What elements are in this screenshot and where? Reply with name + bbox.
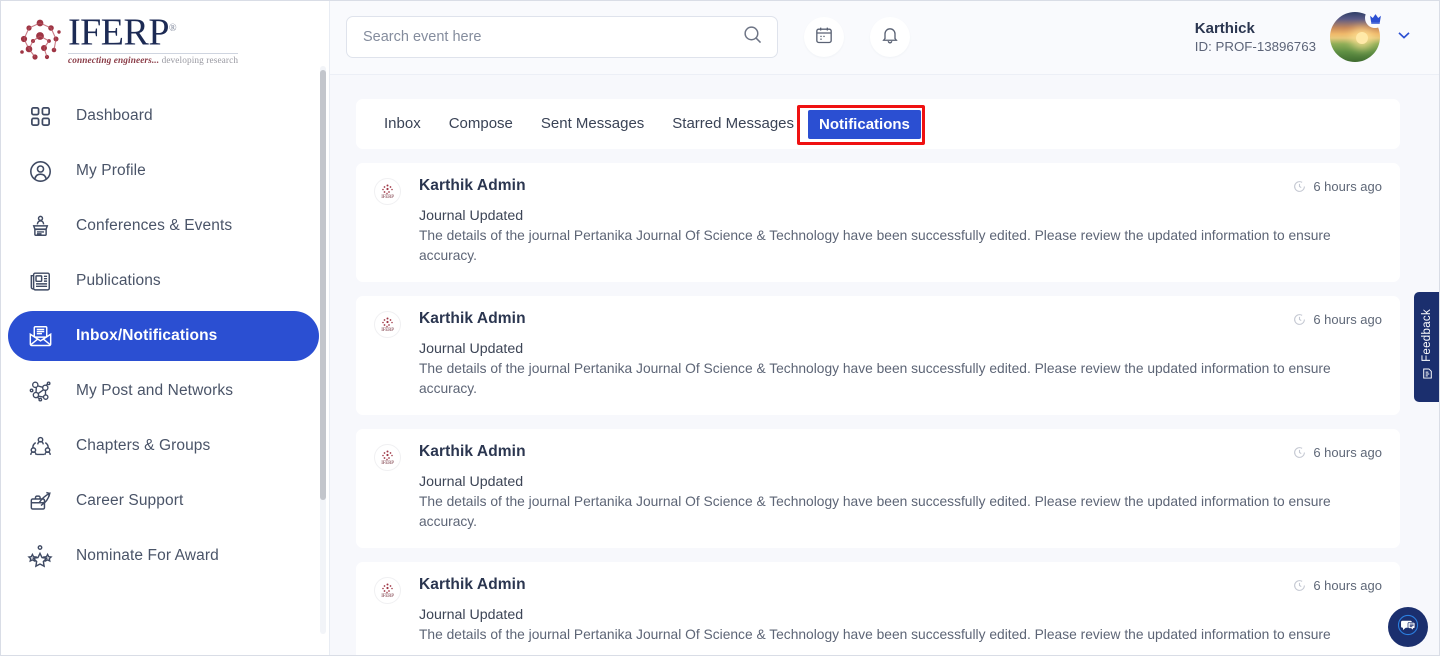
notification-card[interactable]: IFERP Karthik Admin Journal Updated The … [356,296,1400,415]
brand-name: IFERP® [68,11,177,54]
search-box[interactable] [346,16,778,58]
feedback-form-icon [1421,367,1434,385]
clock-icon [1293,579,1306,592]
notification-time-text: 6 hours ago [1313,445,1382,460]
feedback-label: Feedback [1421,308,1433,362]
notification-message: The details of the journal Pertanika Jou… [419,228,1331,263]
sidebar-item-label: Chapters & Groups [76,437,211,454]
calendar-button[interactable] [804,17,844,57]
sidebar-item-label: Career Support [76,492,184,509]
iferp-logo-icon: IFERP [374,311,401,338]
notification-title: Journal Updated [419,341,524,357]
user-id: ID: PROF-13896763 [1194,38,1316,54]
notification-message: The details of the journal Pertanika Jou… [419,627,1331,642]
iferp-logo-icon: IFERP [374,444,401,471]
sidebar-item-label: Publications [76,272,161,289]
calendar-icon [814,25,834,50]
clock-icon [1293,180,1306,193]
sidebar-item-label: Dashboard [76,107,153,124]
tagline-part-1: connecting engineers... [68,55,160,66]
sidebar-item-label: Nominate For Award [76,547,219,564]
bell-icon [880,25,900,50]
chat-support-button[interactable] [1388,607,1428,647]
avatar[interactable] [1330,8,1385,62]
tagline-part-2: developing research [161,55,239,66]
registered-mark: ® [168,23,177,35]
iferp-logo-icon: IFERP [374,178,401,205]
sidebar: IFERP® connecting engineers... developin… [0,0,330,656]
notification-time-text: 6 hours ago [1313,179,1382,194]
sidebar-item-label: My Profile [76,162,146,179]
notifications-bell-button[interactable] [870,17,910,57]
notification-card[interactable]: IFERP Karthik Admin Journal Updated The … [356,163,1400,282]
tab-compose[interactable]: Compose [435,99,527,149]
people-group-icon [20,434,60,459]
sidebar-scrollbar-thumb[interactable] [320,70,326,500]
notification-time-text: 6 hours ago [1313,312,1382,327]
tab-starred-messages[interactable]: Starred Messages [658,99,808,149]
clock-icon [1293,313,1306,326]
search-icon[interactable] [742,24,763,50]
app-root: IFERP® connecting engineers... developin… [0,0,1440,656]
notification-title: Journal Updated [419,607,524,623]
tab-notifications[interactable]: Notifications [808,109,921,139]
sidebar-item-nominate-for-award[interactable]: Nominate For Award [8,531,319,581]
chevron-down-icon[interactable] [1394,25,1414,50]
notification-message: The details of the journal Pertanika Jou… [419,494,1331,529]
notification-timestamp: 6 hours ago [1293,312,1382,327]
sidebar-item-my-profile[interactable]: My Profile [8,146,319,196]
notification-sender: Karthik Admin [419,177,526,194]
notification-time-text: 6 hours ago [1313,578,1382,593]
user-name: Karthick [1194,19,1255,37]
notification-sender: Karthik Admin [419,443,526,460]
award-stars-icon [20,543,60,569]
message-tabs: Inbox Compose Sent Messages Starred Mess… [356,99,1400,149]
sidebar-item-label: Inbox/Notifications [76,327,218,344]
notification-timestamp: 6 hours ago [1293,578,1382,593]
main-area: Karthick ID: PROF-13896763 [330,0,1440,656]
tab-sent-messages[interactable]: Sent Messages [527,99,658,149]
brand-logo[interactable]: IFERP® connecting engineers... developin… [0,0,329,76]
newspaper-icon [20,269,60,294]
sidebar-item-label: Conferences & Events [76,217,233,234]
notification-message: The details of the journal Pertanika Jou… [419,361,1331,396]
notification-card[interactable]: IFERP Karthik Admin Journal Updated The … [356,562,1400,656]
sidebar-item-career-support[interactable]: Career Support [8,476,319,526]
notification-timestamp: 6 hours ago [1293,179,1382,194]
sidebar-item-label: My Post and Networks [76,382,234,399]
sidebar-item-inbox-notifications[interactable]: Inbox/Notifications [8,311,319,361]
clock-icon [1293,446,1306,459]
notification-timestamp: 6 hours ago [1293,445,1382,460]
top-bar: Karthick ID: PROF-13896763 [330,0,1440,75]
grid-icon [20,105,60,128]
iferp-logo-icon [14,14,66,66]
sidebar-item-conferences-events[interactable]: Conferences & Events [8,201,319,251]
notification-sender: Karthik Admin [419,310,526,327]
chat-bubble-icon [1397,614,1419,641]
sidebar-item-publications[interactable]: Publications [8,256,319,306]
briefcase-icon [20,489,60,514]
user-circle-icon [20,159,60,184]
tab-inbox[interactable]: Inbox [370,99,435,149]
sidebar-item-dashboard[interactable]: Dashboard [8,91,319,141]
sidebar-item-my-post-and-networks[interactable]: My Post and Networks [8,366,319,416]
crown-badge-icon [1365,8,1385,28]
notification-title: Journal Updated [419,208,524,224]
notification-card[interactable]: IFERP Karthik Admin Journal Updated The … [356,429,1400,548]
brand-tagline: connecting engineers... developing resea… [68,52,239,66]
search-input[interactable] [363,29,742,45]
sidebar-item-chapters-groups[interactable]: Chapters & Groups [8,421,319,471]
notification-title: Journal Updated [419,474,524,490]
podium-icon [20,214,60,239]
sidebar-nav: Dashboard My Profile Conferences & Event… [0,76,329,581]
envelope-icon [20,323,60,350]
network-icon [20,379,60,404]
iferp-logo-icon: IFERP [374,577,401,604]
content-area: Inbox Compose Sent Messages Starred Mess… [330,75,1440,656]
notification-sender: Karthik Admin [419,576,526,593]
user-menu[interactable]: Karthick ID: PROF-13896763 [1195,8,1414,62]
feedback-tab-button[interactable]: Feedback [1414,292,1440,402]
user-identity: Karthick ID: PROF-13896763 [1195,19,1316,56]
